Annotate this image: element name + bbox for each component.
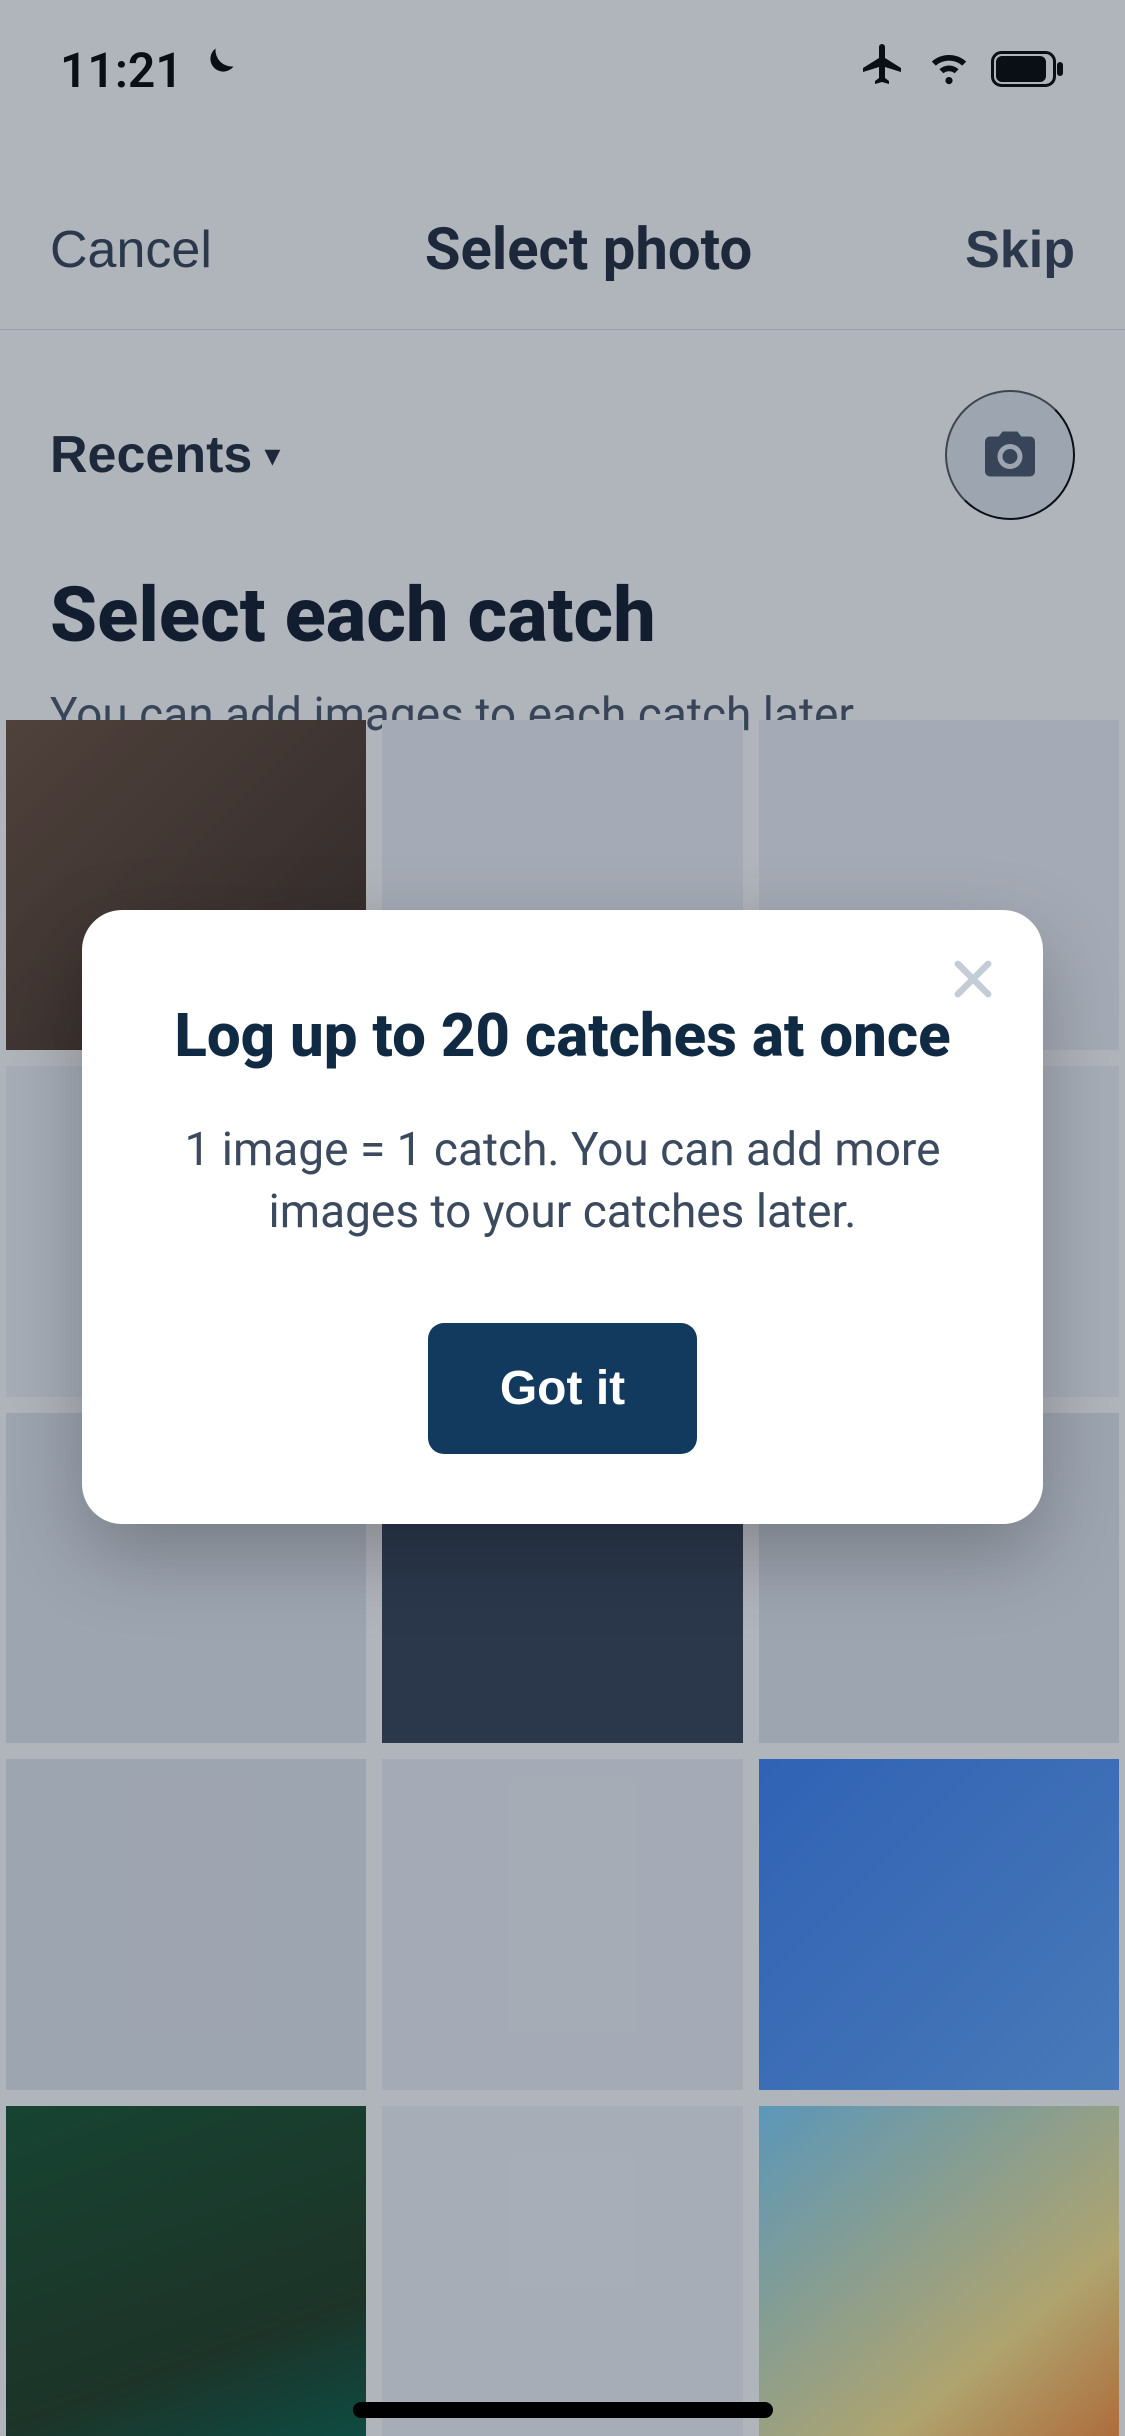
modal-body: 1 image = 1 catch. You can add more imag… xyxy=(142,1119,983,1243)
close-icon xyxy=(947,953,999,1008)
got-it-button[interactable]: Got it xyxy=(428,1323,697,1454)
info-modal: Log up to 20 catches at once 1 image = 1… xyxy=(82,910,1043,1524)
close-button[interactable] xyxy=(941,948,1005,1012)
modal-title: Log up to 20 catches at once xyxy=(142,1000,983,1071)
home-indicator[interactable] xyxy=(353,2402,773,2418)
